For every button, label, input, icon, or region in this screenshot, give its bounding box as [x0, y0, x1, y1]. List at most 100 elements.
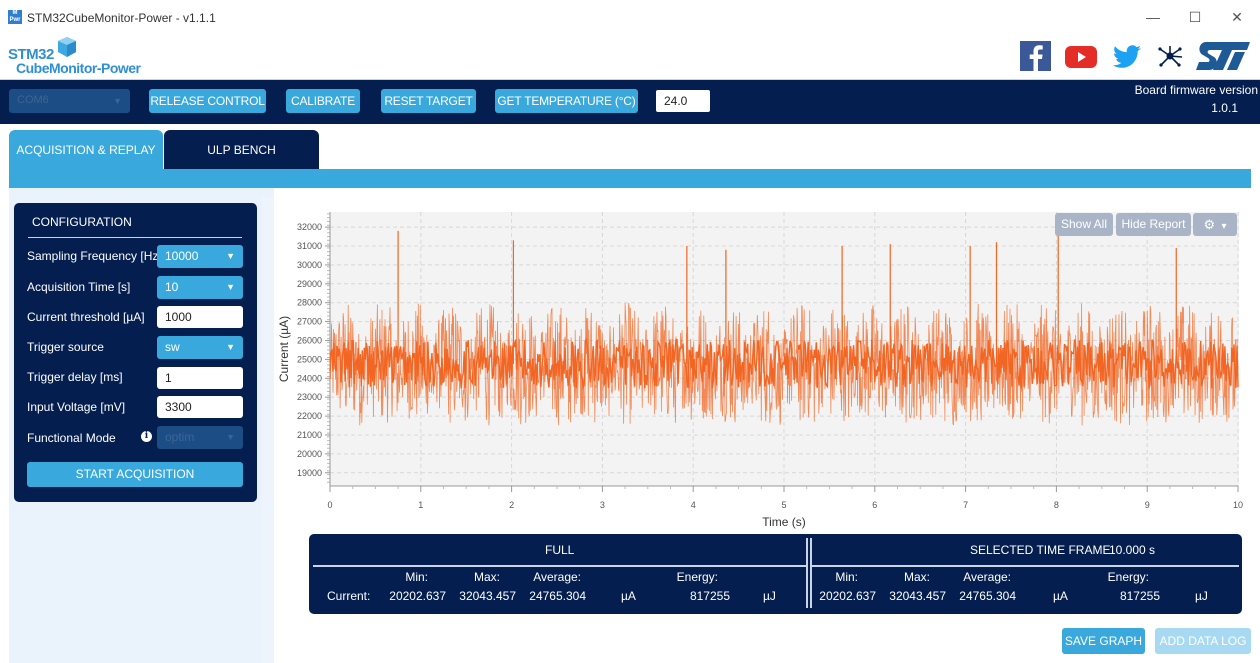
calibrate-button[interactable]: CALIBRATE — [286, 89, 360, 113]
firmware-version-label: Board firmware version — [1134, 83, 1258, 97]
current-chart[interactable]: 19000 20000 21000 22000 23000 24000 25000 26000… — [274, 196, 1260, 532]
functional-mode-select: optim ▼ — [157, 426, 243, 449]
app-icon: M Pwr — [8, 10, 22, 24]
st-logo-icon[interactable] — [1194, 40, 1252, 72]
acquisition-time-select[interactable]: 10 ▼ — [157, 276, 243, 299]
tab-ulp-bench[interactable]: ULP BENCH — [164, 130, 319, 169]
full-current-unit: µA — [621, 589, 636, 603]
chevron-down-icon: ▾ — [1221, 221, 1227, 232]
firmware-version-value: 1.0.1 — [1211, 101, 1238, 115]
start-acquisition-button[interactable]: START ACQUISITION — [27, 462, 243, 487]
configuration-panel: CONFIGURATION Sampling Frequency [Hz] 10… — [14, 203, 257, 502]
x-tick-label: 4 — [691, 500, 696, 510]
functional-mode-value: optim — [165, 430, 195, 444]
y-axis-label: Current (µA) — [277, 316, 291, 382]
selected-min-value: 20202.637 — [819, 589, 876, 603]
full-min-label: Min: — [405, 570, 428, 584]
acquisition-time-value: 10 — [165, 280, 179, 294]
x-tick-label: 2 — [509, 500, 514, 510]
x-tick-label: 5 — [781, 500, 786, 510]
close-button[interactable]: ✕ — [1222, 6, 1252, 28]
info-icon[interactable]: i — [141, 431, 152, 442]
chart-settings-button[interactable]: ⚙ ▾ — [1193, 213, 1237, 236]
sampling-frequency-value: 10000 — [165, 249, 199, 263]
tab-acquisition-replay[interactable]: ACQUISITION & REPLAY — [9, 130, 163, 169]
y-tick-label: 31000 — [297, 241, 322, 251]
full-energy-unit: µJ — [763, 589, 776, 603]
reset-target-button[interactable]: RESET TARGET — [381, 89, 476, 113]
y-tick-label: 24000 — [297, 373, 322, 383]
selected-average-label: Average: — [963, 570, 1011, 584]
cube-logo-icon — [58, 37, 76, 57]
x-tick-label: 9 — [1145, 500, 1150, 510]
y-tick-label: 22000 — [297, 411, 322, 421]
com-port-value: COM6 — [17, 94, 49, 106]
maximize-button[interactable]: ☐ — [1180, 6, 1210, 28]
input-voltage-field[interactable]: 3300 — [157, 396, 243, 418]
y-tick-label: 19000 — [297, 468, 322, 478]
trigger-delay-label: Trigger delay [ms] — [27, 370, 123, 384]
youtube-icon[interactable] — [1064, 40, 1098, 72]
selected-time-frame-title: SELECTED TIME FRAME — [970, 543, 1111, 557]
y-tick-label: 29000 — [297, 279, 322, 289]
y-tick-label: 28000 — [297, 298, 322, 308]
trigger-source-label: Trigger source — [27, 340, 104, 354]
add-data-log-button[interactable]: ADD DATA LOG — [1155, 628, 1251, 654]
full-max-value: 32043.457 — [459, 589, 516, 603]
y-tick-label: 20000 — [297, 449, 322, 459]
y-axis: 19000 20000 21000 22000 23000 24000 25000 26000… — [297, 212, 331, 490]
current-threshold-label: Current threshold [µA] — [27, 310, 145, 324]
gear-icon: ⚙ — [1203, 217, 1216, 232]
chevron-down-icon: ▼ — [113, 96, 122, 106]
input-voltage-label: Input Voltage [mV] — [27, 400, 126, 414]
title-bar: M Pwr STM32CubeMonitor-Power - v1.1.1 — ☐… — [0, 0, 1260, 34]
window-title: STM32CubeMonitor-Power - v1.1.1 — [27, 11, 216, 25]
logo-text-cubemonitor: CubeMonitor-Power — [16, 60, 141, 76]
selected-current-unit: µA — [1053, 589, 1068, 603]
com-port-select[interactable]: COM6 ▼ — [9, 89, 130, 113]
st-community-icon[interactable] — [1155, 40, 1185, 72]
y-tick-label: 23000 — [297, 392, 322, 402]
current-threshold-field[interactable]: 1000 — [157, 306, 243, 328]
x-axis: 0 1 2 3 4 5 6 7 8 9 10 — [327, 485, 1243, 510]
statistics-panel: FULL Min: Max: Average: Energy: Current:… — [309, 534, 1242, 614]
full-max-label: Max: — [473, 570, 500, 584]
configuration-title: CONFIGURATION — [32, 215, 132, 229]
selected-max-value: 32043.457 — [889, 589, 946, 603]
release-control-button[interactable]: RELEASE CONTROL — [149, 89, 266, 113]
twitter-icon[interactable] — [1110, 40, 1144, 72]
selected-energy-unit: µJ — [1195, 589, 1208, 603]
x-tick-label: 0 — [327, 500, 332, 510]
x-tick-label: 10 — [1233, 500, 1243, 510]
stats-separator — [806, 538, 812, 608]
y-tick-label: 32000 — [297, 222, 322, 232]
get-temperature-button[interactable]: GET TEMPERATURE (°C) — [495, 89, 638, 113]
selected-time-frame-duration: 10.000 s — [1109, 543, 1156, 557]
chevron-down-icon: ▼ — [226, 342, 235, 352]
show-all-button[interactable]: Show All — [1055, 213, 1113, 236]
selected-energy-value: 817255 — [1119, 589, 1160, 603]
minimize-button[interactable]: — — [1138, 6, 1168, 28]
hide-report-button[interactable]: Hide Report — [1116, 213, 1191, 236]
divider — [28, 237, 242, 238]
sampling-frequency-select[interactable]: 10000 ▼ — [157, 245, 243, 268]
save-graph-button[interactable]: SAVE GRAPH — [1062, 628, 1145, 654]
selected-max-label: Max: — [903, 570, 930, 584]
y-tick-label: 25000 — [297, 354, 322, 364]
full-current-label: Current: — [327, 589, 371, 603]
temperature-field[interactable]: 24.0 — [656, 90, 710, 112]
pane-divider[interactable] — [262, 197, 274, 663]
trigger-source-select[interactable]: sw ▼ — [157, 336, 243, 359]
x-tick-label: 7 — [963, 500, 968, 510]
divider — [812, 565, 1239, 567]
chevron-down-icon: ▼ — [226, 432, 235, 442]
selected-average-value: 24765.304 — [959, 589, 1016, 603]
trigger-delay-field[interactable]: 1 — [157, 367, 243, 389]
full-average-label: Average: — [533, 570, 581, 584]
full-energy-label: Energy: — [676, 570, 718, 584]
facebook-icon[interactable] — [1019, 40, 1053, 72]
tab-content-strip — [9, 169, 1251, 188]
x-axis-label: Time (s) — [762, 515, 806, 529]
sampling-frequency-label: Sampling Frequency [Hz] — [27, 249, 162, 263]
divider — [313, 565, 806, 567]
